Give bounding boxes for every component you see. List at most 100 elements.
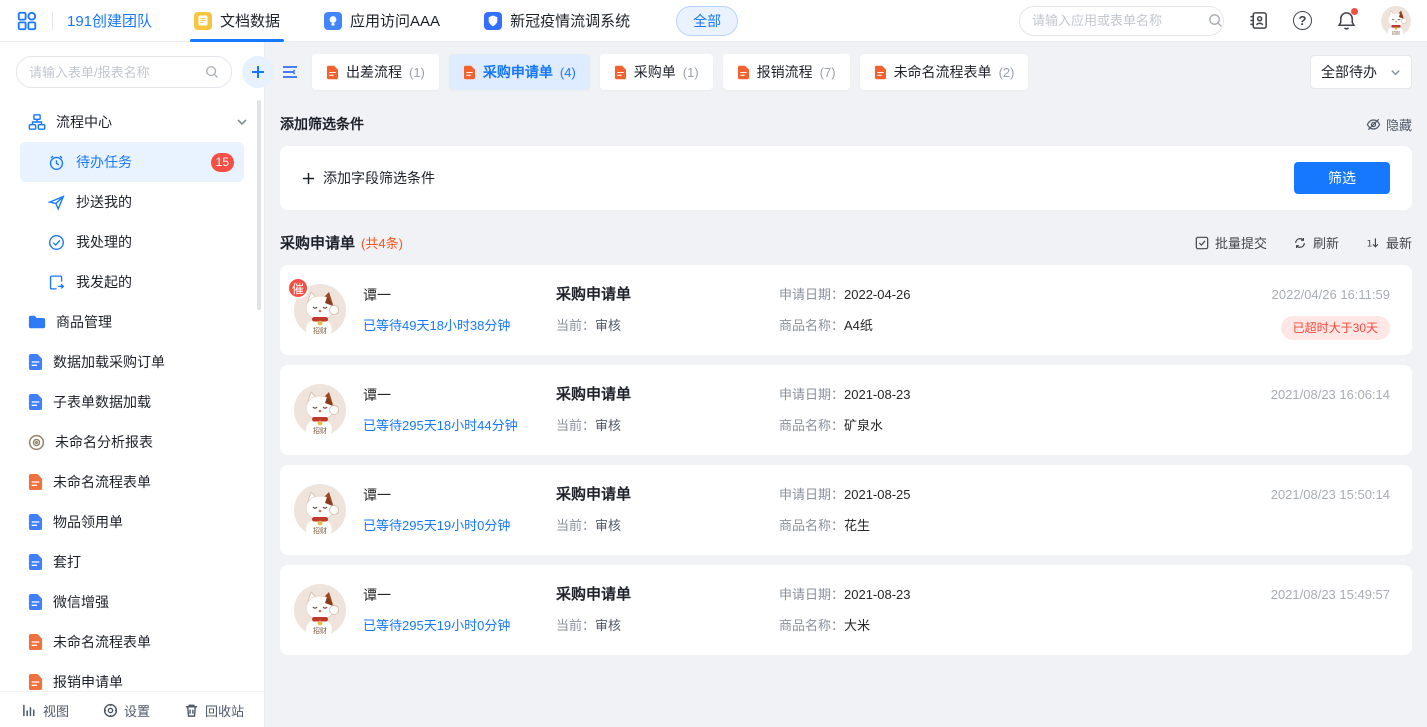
notification-bell-icon[interactable] (1336, 10, 1357, 31)
waiting-duration-link[interactable]: 已等待295天19小时0分钟 (363, 516, 556, 536)
sidebar-group-process-center[interactable]: 流程中心 (0, 102, 264, 142)
sidebar-item-cc-to-me[interactable]: 抄送我的 (20, 182, 244, 222)
form-file-icon (28, 353, 43, 371)
sidebar-item-subform-data-load[interactable]: 子表单数据加载 (0, 382, 264, 422)
add-field-filter-button[interactable]: 添加字段筛选条件 (302, 168, 435, 188)
current-step-label: 当前： (556, 318, 595, 333)
process-form-file-icon (28, 673, 43, 691)
form-name: 采购申请单 (556, 285, 779, 305)
sidebar-item-unnamed-report[interactable]: 未命名分析报表 (0, 422, 264, 462)
all-filter-pill[interactable]: 全部 (676, 6, 738, 36)
chip-purchase-request[interactable]: 采购申请单 (4) (449, 54, 590, 90)
form-name: 采购申请单 (556, 485, 779, 505)
scope-dropdown[interactable]: 全部待办 (1310, 55, 1412, 89)
result-list-title: 采购申请单 (280, 232, 355, 253)
dashboard-report-icon (28, 434, 45, 451)
batch-submit-button[interactable]: 批量提交 (1195, 233, 1267, 252)
plus-icon (302, 172, 315, 185)
sidebar-search-input[interactable] (29, 65, 205, 80)
overdue-badge: 已超时大于30天 (1281, 316, 1390, 340)
user-avatar[interactable] (1381, 6, 1411, 36)
form-file-icon (28, 593, 43, 611)
refresh-icon (1293, 236, 1307, 250)
sort-icon: 1 (1365, 236, 1380, 250)
group-label: 流程中心 (56, 112, 112, 132)
chip-label: 报销流程 (757, 62, 813, 82)
apply-date-label: 申请日期： (779, 587, 844, 602)
global-search-input[interactable] (1032, 13, 1208, 28)
result-list-header: 采购申请单 (共4条) 批量提交 刷新 1 最新 (280, 232, 1412, 253)
apply-filter-button[interactable]: 筛选 (1294, 162, 1390, 194)
submit-timestamp: 2021/08/23 16:06:14 (1271, 385, 1390, 405)
chip-purchase-order[interactable]: 采购单 (1) (600, 54, 713, 90)
chip-label: 未命名流程表单 (894, 62, 992, 82)
item-label: 物品领用单 (53, 512, 123, 532)
apply-date-value: 2021-08-25 (844, 487, 911, 502)
topbar-tab-app-access[interactable]: 应用访问AAA (324, 0, 440, 42)
contacts-icon[interactable] (1248, 10, 1269, 31)
help-icon[interactable]: ? (1293, 11, 1312, 30)
form-name: 采购申请单 (556, 585, 779, 605)
chip-reimbursement-flow[interactable]: 报销流程 (7) (723, 54, 850, 90)
collapse-list-icon[interactable] (280, 62, 300, 82)
sidebar-item-unnamed-process-form-2[interactable]: 未命名流程表单 (0, 622, 264, 662)
product-name-label: 商品名称： (779, 518, 844, 533)
sidebar-item-handled-by-me[interactable]: 我处理的 (20, 222, 244, 262)
shield-app-icon (484, 12, 502, 30)
apps-grid-icon[interactable] (16, 10, 38, 32)
tab-label: 文档数据 (220, 10, 280, 31)
process-form-file-icon (737, 65, 750, 80)
refresh-button[interactable]: 刷新 (1293, 233, 1339, 252)
task-card[interactable]: 谭一 已等待295天18小时44分钟 采购申请单 当前：审核 申请日期：2021… (280, 365, 1412, 455)
product-name-label: 商品名称： (779, 418, 844, 433)
chip-business-trip-flow[interactable]: 出差流程 (1) (312, 54, 439, 90)
process-form-file-icon (874, 65, 887, 80)
sidebar-item-started-by-me[interactable]: 我发起的 (20, 262, 244, 302)
sidebar-item-todo-tasks[interactable]: 待办任务 15 (20, 142, 244, 182)
settings-button[interactable]: 设置 (103, 701, 150, 720)
sidebar-item-item-requisition[interactable]: 物品领用单 (0, 502, 264, 542)
chip-label: 采购单 (634, 62, 676, 82)
applicant-name: 谭一 (363, 285, 556, 305)
sidebar-search[interactable] (16, 56, 232, 88)
sidebar-item-unnamed-process-form-1[interactable]: 未命名流程表单 (0, 462, 264, 502)
submit-timestamp: 2021/08/23 15:49:57 (1271, 585, 1390, 605)
product-name-label: 商品名称： (779, 318, 844, 333)
chip-count: (1) (409, 65, 425, 80)
item-label: 抄送我的 (76, 192, 132, 212)
question-glyph: ? (1299, 13, 1307, 28)
waiting-duration-link[interactable]: 已等待295天19小时0分钟 (363, 616, 556, 636)
todo-count-badge: 15 (211, 153, 234, 172)
waiting-duration-link[interactable]: 已等待295天18小时44分钟 (363, 416, 556, 436)
chip-count: (4) (560, 65, 576, 80)
sidebar-item-template-print[interactable]: 套打 (0, 542, 264, 582)
sidebar-item-wechat-enhance[interactable]: 微信增强 (0, 582, 264, 622)
sidebar: 流程中心 待办任务 15 抄送我的 我处理的 (0, 42, 265, 727)
sidebar-item-data-load-purchase-order[interactable]: 数据加载采购订单 (0, 342, 264, 382)
product-name-label: 商品名称： (779, 618, 844, 633)
task-card[interactable]: 谭一 已等待295天19小时0分钟 采购申请单 当前：审核 申请日期：2021-… (280, 465, 1412, 555)
form-file-icon (28, 553, 43, 571)
notification-dot (1351, 8, 1358, 15)
views-button[interactable]: 视图 (22, 701, 69, 720)
avatar-wrap (294, 484, 346, 536)
waiting-duration-link[interactable]: 已等待49天18小时38分钟 (363, 316, 556, 336)
recycle-bin-button[interactable]: 回收站 (184, 701, 244, 720)
team-name[interactable]: 191创建团队 (67, 10, 152, 31)
global-search[interactable] (1019, 6, 1224, 36)
paper-plane-icon (48, 194, 65, 211)
divider (52, 12, 53, 30)
sort-newest-button[interactable]: 1 最新 (1365, 233, 1412, 252)
task-card[interactable]: 催 谭一 已等待49天18小时38分钟 采购申请单 当前：审核 申请日期：202… (280, 265, 1412, 355)
chip-unnamed-process-form[interactable]: 未命名流程表单 (2) (860, 54, 1029, 90)
add-button[interactable] (242, 56, 274, 88)
add-field-label: 添加字段筛选条件 (323, 168, 435, 188)
current-step-value: 审核 (595, 618, 621, 633)
sidebar-item-product-management[interactable]: 商品管理 (0, 302, 264, 342)
search-icon (1208, 13, 1223, 28)
topbar-tab-covid-system[interactable]: 新冠疫情流调系统 (484, 0, 630, 42)
task-card[interactable]: 谭一 已等待295天19小时0分钟 采购申请单 当前：审核 申请日期：2021-… (280, 565, 1412, 655)
topbar-tab-doc-data[interactable]: 文档数据 (194, 0, 280, 42)
hide-filters-button[interactable]: 隐藏 (1366, 115, 1412, 134)
sidebar-scrollbar[interactable] (257, 100, 261, 310)
